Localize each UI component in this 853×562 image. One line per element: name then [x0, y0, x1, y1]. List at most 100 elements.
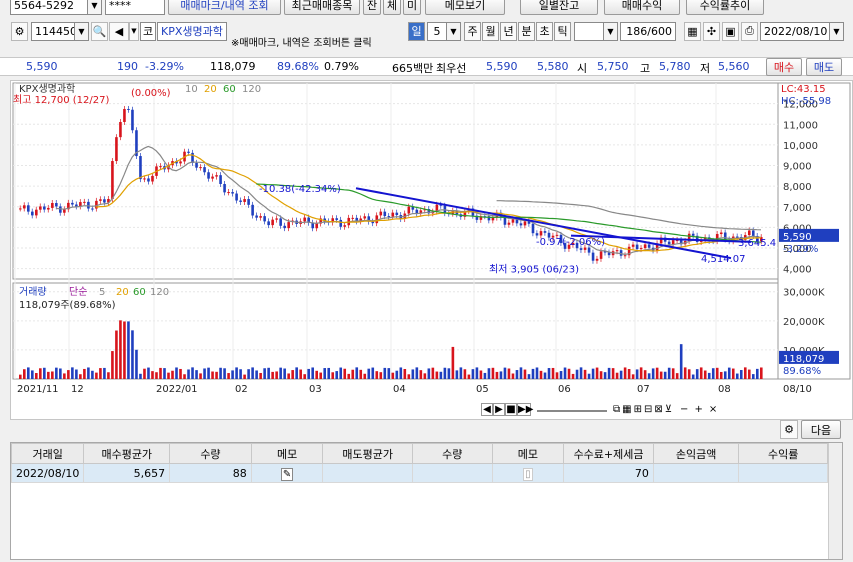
price-ma-legend: 10 [185, 84, 198, 95]
volume-bar [687, 369, 691, 379]
save-icon[interactable]: ▣ [722, 21, 739, 41]
chart-panel[interactable]: 12,00011,00010,0009,0008,0007,0006,0005,… [10, 80, 853, 420]
volume-bar [115, 330, 118, 379]
period-minute[interactable]: 분 [518, 21, 535, 41]
crosshair-icon[interactable]: ✣ [703, 21, 720, 41]
buy-button[interactable]: 매수 [766, 58, 802, 76]
table-row[interactable]: 2022/08/10 5,657 88 ✎ ▯ 70 [10, 463, 828, 483]
code-dropdown-icon[interactable]: ▼ [75, 21, 89, 41]
grid-settings-icon[interactable]: ⚙ [780, 420, 798, 439]
volume-bar [195, 370, 198, 379]
profit-rate-button[interactable]: 수익률추이 [686, 0, 764, 15]
period-tick[interactable]: 틱 [554, 21, 571, 41]
trade-profit-button[interactable]: 매매수익 [604, 0, 680, 15]
volume-bar [231, 370, 234, 379]
trade-marks-button[interactable]: 매매마크/내역 조회 [168, 0, 281, 15]
price-change: 190 [117, 60, 138, 73]
memo-icon[interactable]: ✎ [280, 467, 294, 481]
volume-bar [551, 367, 555, 379]
cell-buy-memo[interactable]: ✎ [250, 463, 324, 483]
zoom-in-icon[interactable]: + [694, 404, 702, 415]
volume-tag: 118,079 [783, 354, 824, 365]
tick-selector[interactable] [574, 21, 604, 41]
speaker-icon[interactable]: ◀ [109, 21, 129, 41]
next-button[interactable]: 다음 [801, 420, 841, 439]
col-pnl[interactable]: 손익금액 [652, 443, 740, 464]
col-sell-avg[interactable]: 매도평균가 [322, 443, 413, 464]
memo-view-button[interactable]: 메모보기 [425, 0, 505, 15]
col-buy-qty[interactable]: 수량 [169, 443, 252, 464]
chart-scroll-bar[interactable]: ◀ ▶ ■ ▶▶ ⧉▦⊞⊟⊠⊻ − + × [481, 401, 851, 417]
candle-body [507, 222, 511, 225]
settings-icon[interactable]: ⚙ [11, 21, 28, 41]
recent-stocks-button[interactable]: 최근매매종목 [284, 0, 360, 15]
scroll-prev-icon[interactable]: ◀ [481, 402, 493, 416]
volume-bar [759, 367, 763, 379]
grid-scrollbar[interactable] [828, 443, 842, 559]
candle-body [195, 162, 198, 168]
period-dropdown-icon[interactable]: ▼ [447, 21, 461, 41]
period-month[interactable]: 월 [482, 21, 499, 41]
volume-bar [675, 373, 679, 379]
tick-dropdown-icon[interactable]: ▼ [604, 21, 618, 41]
candle-body [623, 255, 627, 257]
candle-body [235, 193, 238, 201]
col-sell-memo[interactable]: 메모 [491, 443, 565, 464]
candle-body [139, 156, 142, 180]
col-return[interactable]: 수익률 [738, 443, 828, 464]
period-year[interactable]: 년 [500, 21, 517, 41]
scroll-next-icon[interactable]: ▶ [493, 402, 505, 416]
period-day[interactable]: 일 [408, 21, 425, 41]
date-input[interactable]: 2022/08/10 [760, 21, 830, 41]
sell-button[interactable]: 매도 [806, 58, 842, 76]
memo-icon[interactable]: ▯ [523, 467, 533, 481]
period-week[interactable]: 주 [464, 21, 481, 41]
volume-bar [103, 367, 106, 379]
cell-sell-memo[interactable]: ▯ [491, 463, 565, 483]
password-input[interactable]: **** [105, 0, 165, 15]
stock-code-input[interactable]: 114450 [31, 21, 75, 41]
volume-bar [167, 372, 170, 379]
fast-forward-icon[interactable]: ▶▶ [517, 402, 533, 416]
candle-body [251, 204, 254, 216]
trend-end-label-2: 3,645.4 [738, 238, 776, 249]
period-second[interactable]: 초 [536, 21, 553, 41]
volume-bar [711, 368, 715, 379]
candle-body [127, 108, 130, 110]
col-fee-tax[interactable]: 수수료+제세금 [563, 443, 654, 464]
candle-body [519, 223, 523, 226]
volume-bar [43, 367, 46, 379]
col-sell-qty[interactable]: 수량 [411, 443, 493, 464]
volume-bar [267, 367, 270, 379]
volume-bar [75, 369, 78, 379]
unfilled-button[interactable]: 미 [403, 0, 421, 15]
print-icon[interactable]: ⎙ [741, 21, 758, 41]
chart-tool-icons[interactable]: ⧉▦⊞⊟⊠⊻ [613, 404, 674, 415]
daily-balance-button[interactable]: 일별잔고 [520, 0, 598, 15]
filled-button[interactable]: 체 [383, 0, 401, 15]
candle-body [219, 175, 222, 185]
col-trade-date[interactable]: 거래일 [10, 443, 85, 464]
col-buy-avg[interactable]: 매수평균가 [83, 443, 171, 464]
data-count[interactable]: 186/600 [620, 21, 676, 41]
speaker-dropdown-icon[interactable]: ▼ [129, 21, 139, 41]
candle-body [287, 222, 290, 229]
close-icon[interactable]: × [709, 404, 717, 415]
volume-bar [439, 371, 443, 379]
account-input[interactable]: 5564-5292 [10, 0, 88, 15]
period-number[interactable]: 5 [427, 21, 447, 41]
trade-history-grid[interactable]: 거래일 매수평균가 수량 메모 매도평균가 수량 메모 수수료+제세금 손익금액… [10, 442, 843, 560]
balance-button[interactable]: 잔 [363, 0, 381, 15]
price-ma-legend: 60 [223, 84, 236, 95]
x-last-date: 08/10 [783, 384, 812, 395]
stock-chart-svg[interactable]: 12,00011,00010,0009,0008,0007,0006,0005,… [11, 81, 852, 419]
chart-tools-icon[interactable]: ▦ [684, 21, 701, 41]
stop-icon[interactable]: ■ [505, 402, 517, 416]
price-tick-label: 10,000 [783, 141, 818, 152]
account-dropdown-icon[interactable]: ▼ [88, 0, 102, 15]
search-icon[interactable]: 🔍 [91, 21, 108, 41]
zoom-slider[interactable] [537, 406, 607, 412]
date-dropdown-icon[interactable]: ▼ [830, 21, 844, 41]
col-buy-memo[interactable]: 메모 [250, 443, 324, 464]
zoom-out-icon[interactable]: − [680, 404, 688, 415]
